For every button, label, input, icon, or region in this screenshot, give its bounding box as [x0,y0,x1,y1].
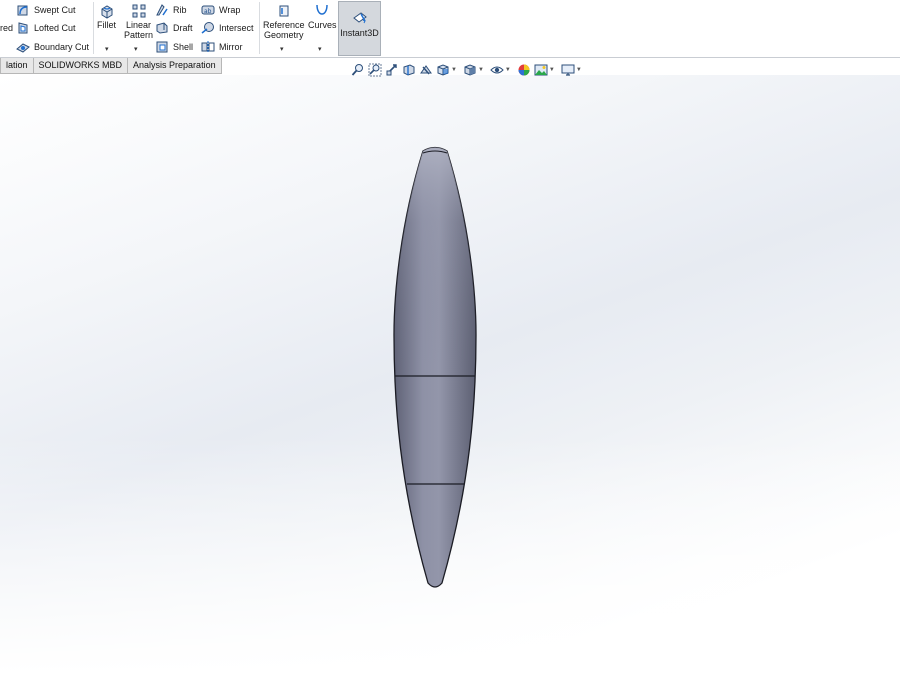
linear-pattern-dropdown-arrow[interactable]: ▾ [134,45,138,53]
mirror-icon [201,40,215,54]
reference-geometry-button[interactable]: Reference Geometry [263,3,305,40]
reference-geometry-icon [276,3,292,19]
zoom-to-fit-icon[interactable] [351,63,365,77]
previous-view-icon[interactable] [385,63,399,77]
draft-icon [155,21,169,35]
fillet-button[interactable]: Fillet [97,3,116,30]
boundary-cut-icon [16,40,30,54]
fillet-icon [99,3,115,19]
intersect-button[interactable]: Intersect [201,20,254,36]
tab-analysis-preparation[interactable]: Analysis Preparation [127,58,222,74]
fillet-dropdown-arrow[interactable]: ▾ [105,45,109,53]
spindle-body [393,146,477,588]
linear-pattern-button[interactable]: Linear Pattern [124,3,153,40]
wrap-button[interactable]: ab Wrap [201,2,240,18]
curves-button[interactable]: Curves [308,3,337,30]
intersect-icon [201,21,215,35]
lofted-cut-button[interactable]: Lofted Cut [16,20,76,36]
view-orientation-dropdown[interactable]: ▼ [451,67,457,73]
command-manager-tabs: lation SOLIDWORKS MBD Analysis Preparati… [0,58,222,74]
rib-button[interactable]: Rib [155,2,187,18]
edit-appearance-icon[interactable] [517,63,531,77]
mirror-button[interactable]: Mirror [201,39,243,55]
lofted-cut-icon [16,21,30,35]
swept-cut-button[interactable]: Swept Cut [16,2,76,18]
tab-solidworks-mbd[interactable]: SOLIDWORKS MBD [32,58,129,74]
heads-up-view-toolbar: ▼ ▼ ▼ ▼ ▼ [351,62,585,77]
apply-scene-icon[interactable] [534,63,548,77]
apply-scene-dropdown[interactable]: ▼ [549,67,555,73]
rib-icon [155,3,169,17]
shell-icon [155,40,169,54]
view-settings-icon[interactable] [561,63,575,77]
swept-cut-icon [16,3,30,17]
section-view-icon[interactable] [402,63,416,77]
view-settings-dropdown[interactable]: ▼ [576,67,582,73]
svg-text:ab: ab [204,8,212,15]
curves-dropdown-arrow[interactable]: ▾ [318,45,322,53]
draft-button[interactable]: Draft [155,20,193,36]
hide-show-items-icon[interactable] [490,63,504,77]
part-model[interactable] [380,145,520,595]
wrap-icon: ab [201,3,215,17]
instant3d-button[interactable]: Instant3D [338,1,381,56]
instant3d-icon [352,10,368,26]
display-style-icon[interactable] [463,63,477,77]
ribbon-separator [259,2,260,54]
dynamic-annotation-icon[interactable] [419,63,433,77]
boundary-cut-button[interactable]: Boundary Cut [16,39,89,55]
tab-simulation[interactable]: lation [0,58,34,74]
linear-pattern-icon [131,3,147,19]
curves-icon [314,3,330,19]
display-style-dropdown[interactable]: ▼ [478,67,484,73]
view-orientation-icon[interactable] [436,63,450,77]
ribbon-separator [93,2,94,54]
partial-feature-label[interactable]: red [0,20,13,36]
graphics-area[interactable] [0,75,900,675]
reference-geometry-dropdown-arrow[interactable]: ▾ [280,45,284,53]
hide-show-items-dropdown[interactable]: ▼ [505,67,511,73]
zoom-to-area-icon[interactable] [368,63,382,77]
command-manager-ribbon: red Swept Cut Lofted Cut Boundary Cut Fi… [0,0,900,58]
shell-button[interactable]: Shell [155,39,193,55]
